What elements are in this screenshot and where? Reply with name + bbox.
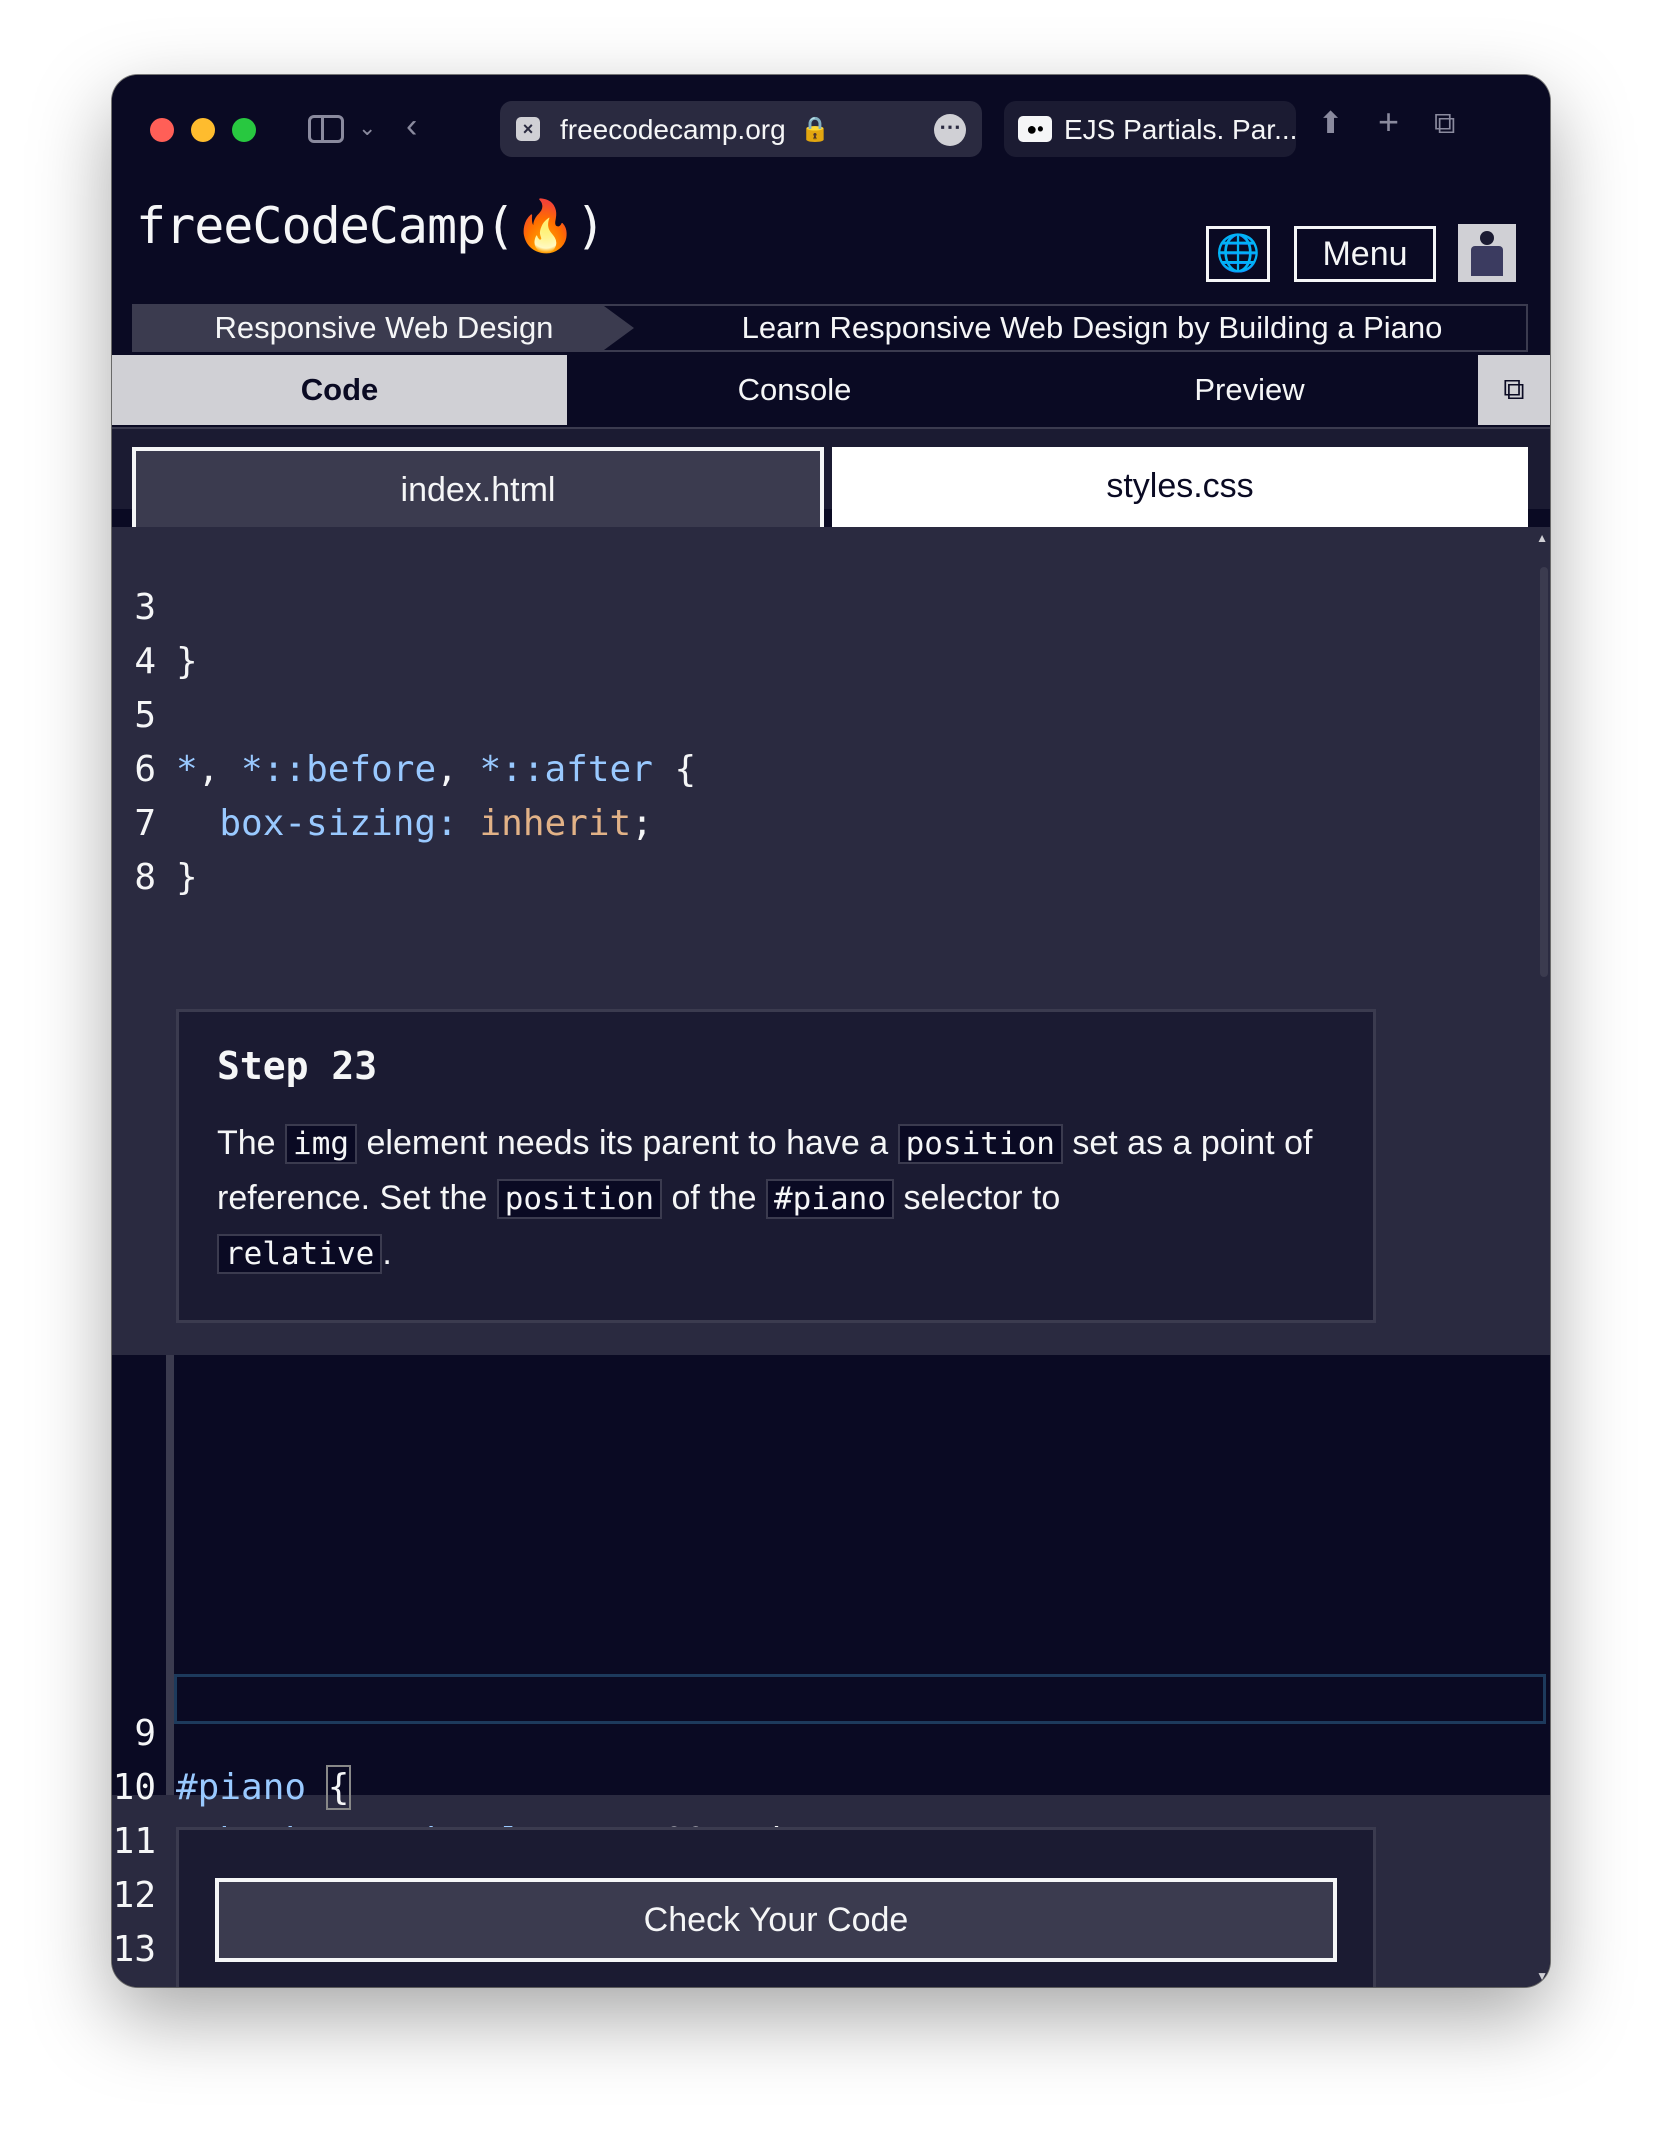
code-line: 6 box-sizing: inherit; <box>112 689 1550 844</box>
more-options-icon[interactable]: ⋯ <box>934 114 966 146</box>
globe-icon: 🌐 <box>1215 232 1261 273</box>
panel-tabs: Code Console Preview ⧉ <box>112 355 1550 429</box>
line-number: 8 <box>134 857 156 898</box>
address-url: freecodecamp.org <box>560 114 786 145</box>
avatar-body <box>1471 246 1503 276</box>
code-line: 7 } <box>112 743 1550 898</box>
avatar-head <box>1480 231 1494 245</box>
tab-preview[interactable]: Preview <box>1022 355 1477 425</box>
scroll-up-arrow-icon[interactable]: ▲ <box>1536 531 1548 545</box>
browser-tab-label: EJS Partials. Par... <box>1064 114 1298 145</box>
scroll-thumb[interactable] <box>1540 567 1548 977</box>
editor-scrollbar[interactable]: ▲ ▼ <box>1536 527 1550 1987</box>
step-title: Step 23 <box>217 1044 378 1088</box>
avatar[interactable] <box>1458 224 1516 282</box>
tab-code[interactable]: Code <box>112 355 567 425</box>
tab-console[interactable]: Console <box>567 355 1022 425</box>
minimize-window-button[interactable] <box>191 118 215 142</box>
sidebar-toggle-icon[interactable] <box>308 115 344 143</box>
code-line: 10 background-color: #00471b; <box>112 1707 1550 1862</box>
breadcrumb-project[interactable]: Learn Responsive Web Design by Building … <box>654 306 1530 350</box>
file-tab-css[interactable]: styles.css <box>832 447 1528 531</box>
code-editor[interactable]: 3 } 4 5 *, *::before, *::after { 6 box-s… <box>112 527 1550 1987</box>
desc-text: element needs its parent to have a <box>357 1124 898 1162</box>
file-tabs: index.html styles.css <box>112 429 1550 531</box>
desc-text: selector to <box>894 1179 1061 1217</box>
desc-text: of the <box>662 1179 767 1217</box>
browser-toolbar: ⌄ ‹ × freecodecamp.org 🔒 ⋯ ●• EJS Partia… <box>112 75 1550 179</box>
action-row: Check Your Code <box>176 1827 1376 1987</box>
scroll-down-arrow-icon[interactable]: ▼ <box>1536 1969 1548 1983</box>
address-bar[interactable]: × freecodecamp.org 🔒 ⋯ <box>500 101 982 157</box>
inline-code: #piano <box>766 1179 894 1219</box>
inline-code: img <box>285 1124 358 1164</box>
file-tab-html[interactable]: index.html <box>132 447 824 531</box>
popout-icon: ⧉ <box>1503 373 1525 406</box>
fcc-logo[interactable]: freeCodeCamp(🔥) <box>136 197 606 256</box>
code-line: 11 width: 992px; <box>112 1761 1550 1916</box>
share-icon[interactable]: ⬆ <box>1318 109 1343 139</box>
code-line: 4 <box>112 581 1550 682</box>
new-tab-icon[interactable]: + <box>1378 104 1399 140</box>
breadcrumb: Responsive Web Design Learn Responsive W… <box>132 304 1528 352</box>
step-instructions: Step 23 The img element needs its parent… <box>176 1009 1376 1323</box>
back-arrow-icon[interactable]: ‹ <box>406 109 417 143</box>
popout-preview-button[interactable]: ⧉ <box>1478 355 1550 425</box>
browser-window: ⌄ ‹ × freecodecamp.org 🔒 ⋯ ●• EJS Partia… <box>112 75 1550 1987</box>
code-line: 9 #piano { <box>112 1653 1550 1810</box>
fcc-navbar: freeCodeCamp(🔥) 🌐 Menu <box>112 179 1550 289</box>
step-description: The img element needs its parent to have… <box>217 1116 1347 1281</box>
close-window-button[interactable] <box>150 118 174 142</box>
breadcrumb-course[interactable]: Responsive Web Design <box>134 306 634 350</box>
tab-overview-icon[interactable]: ⧉ <box>1434 109 1455 139</box>
code-line: 5 *, *::before, *::after { <box>112 635 1550 790</box>
chevron-down-icon[interactable]: ⌄ <box>358 113 376 143</box>
code-line: 8 <box>112 797 1550 898</box>
code-line: 3 } <box>112 527 1550 682</box>
inline-code: position <box>897 1124 1063 1164</box>
language-globe-button[interactable]: 🌐 <box>1206 226 1270 282</box>
lock-icon: 🔒 <box>800 116 830 143</box>
menu-button[interactable]: Menu <box>1294 226 1436 282</box>
site-favicon-icon: × <box>516 117 540 141</box>
check-code-button[interactable]: Check Your Code <box>215 1878 1337 1962</box>
inline-code: position <box>496 1179 663 1219</box>
desc-text: . <box>382 1234 392 1272</box>
zoom-window-button[interactable] <box>232 118 256 142</box>
browser-tab-ejs[interactable]: ●• EJS Partials. Par... <box>1004 101 1298 157</box>
flame-icon: 🔥 <box>514 197 576 255</box>
medium-logo-icon: ●• <box>1018 116 1052 142</box>
inline-code: relative <box>217 1234 383 1274</box>
desc-text: The <box>217 1124 286 1162</box>
logo-text: freeCodeCamp <box>136 197 486 255</box>
